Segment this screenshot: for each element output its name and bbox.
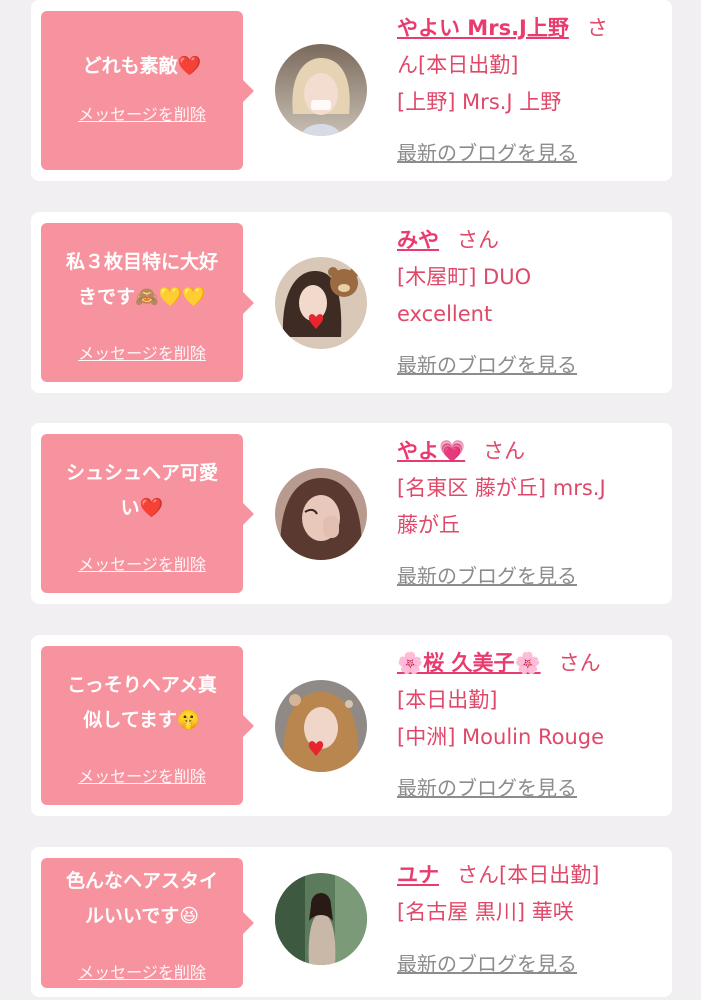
honorific: さん [558,651,601,675]
latest-blog-link[interactable]: 最新のブログを見る [397,563,577,589]
cast-name-link[interactable]: ユナ [397,863,439,887]
avatar[interactable] [275,44,367,136]
message-line: い❤️ [120,497,164,519]
avatar[interactable] [275,468,367,560]
message-card: シュシュヘア可愛 い❤️ メッセージを削除 やよ💗 さん [名東区 藤が丘] mr… [31,423,672,604]
avatar[interactable] [275,680,367,772]
cast-shop: [名東区 藤が丘] mrs.J [397,476,606,500]
cast-shop-cont: 藤が丘 [397,513,460,537]
favorite-message-list: どれも素敵❤️ メッセージを削除 やよい Mrs.J上野さ ん[本日出勤] [上… [0,0,701,1000]
message-card: 私３枚目特に大好 きです🙈💛💛 メッセージを削除 みやさん [木屋町] DUO [31,212,672,393]
message-line: 私３枚目特に大好 [65,251,218,273]
latest-blog-link[interactable]: 最新のブログを見る [397,775,577,801]
cast-shop-cont: excellent [397,302,493,326]
message-line: 似してます🤫 [83,709,201,731]
latest-blog-link[interactable]: 最新のブログを見る [397,352,577,378]
message-bubble: こっそりヘアメ真 似してます🤫 メッセージを削除 [41,646,254,805]
delete-message-link[interactable]: メッセージを削除 [41,555,243,575]
message-card: こっそりヘアメ真 似してます🤫 メッセージを削除 🌸桜 久美子🌸 さん [本日出勤… [31,635,672,816]
message-line: きです🙈💛💛 [78,286,206,308]
avatar[interactable] [275,873,367,965]
message-line: ルいいです😆 [84,905,200,927]
avatar[interactable] [275,257,367,349]
latest-blog-link[interactable]: 最新のブログを見る [397,951,577,977]
cast-info: ユナ さん[本日出勤] [名古屋 黒川] 華咲 [397,857,665,931]
latest-blog-link[interactable]: 最新のブログを見る [397,140,577,166]
cast-shop: [名古屋 黒川] 華咲 [397,900,574,924]
cast-info: 🌸桜 久美子🌸 さん [本日出勤] [中洲] Moulin Rouge [397,645,665,756]
message-line: 色んなヘアスタイ [65,870,218,892]
cast-info: みや さん [木屋町] DUO excellent [397,222,665,333]
cast-shop: [木屋町] DUO [397,265,532,289]
honorific: さ [586,16,608,40]
message-text: どれも素敵❤️ [47,49,237,84]
cast-info: やよ💗 さん [名東区 藤が丘] mrs.J 藤が丘 [397,433,665,544]
honorific: さん[本日出勤] [457,863,600,887]
cast-status: ん[本日出勤] [397,53,519,77]
cast-shop: [上野] Mrs.J 上野 [397,90,562,114]
message-text: こっそりヘアメ真 似してます🤫 [47,668,237,738]
message-bubble: 色んなヘアスタイ ルいいです😆 メッセージを削除 [41,858,254,988]
message-line: どれも素敵❤️ [82,55,202,77]
cast-status: [本日出勤] [397,688,498,712]
message-bubble: シュシュヘア可愛 い❤️ メッセージを削除 [41,434,254,593]
delete-message-link[interactable]: メッセージを削除 [41,963,243,983]
cast-info: やよい Mrs.J上野さ ん[本日出勤] [上野] Mrs.J 上野 [397,10,665,121]
delete-message-link[interactable]: メッセージを削除 [41,767,243,787]
message-card: どれも素敵❤️ メッセージを削除 やよい Mrs.J上野さ ん[本日出勤] [上… [31,0,672,181]
message-line: シュシュヘア可愛 [65,462,218,484]
cast-name-link[interactable]: やよ💗 [397,439,465,463]
message-card: 色んなヘアスタイ ルいいです😆 メッセージを削除 ユナ さん[本日出勤] [名古屋… [31,847,672,997]
cast-shop: [中洲] Moulin Rouge [397,725,605,749]
cast-name-link[interactable]: みや [397,228,439,252]
message-text: 私３枚目特に大好 きです🙈💛💛 [47,245,237,315]
delete-message-link[interactable]: メッセージを削除 [41,344,243,364]
message-bubble: どれも素敵❤️ メッセージを削除 [41,11,254,170]
cast-name-link[interactable]: 🌸桜 久美子🌸 [397,651,541,675]
cast-name-link[interactable]: やよい Mrs.J上野 [397,16,569,40]
message-line: こっそりヘアメ真 [67,674,217,696]
message-text: 色んなヘアスタイ ルいいです😆 [47,864,237,934]
honorific: さん [483,439,526,463]
delete-message-link[interactable]: メッセージを削除 [41,105,243,125]
honorific: さん [457,228,499,252]
message-bubble: 私３枚目特に大好 きです🙈💛💛 メッセージを削除 [41,223,254,382]
message-text: シュシュヘア可愛 い❤️ [47,456,237,526]
